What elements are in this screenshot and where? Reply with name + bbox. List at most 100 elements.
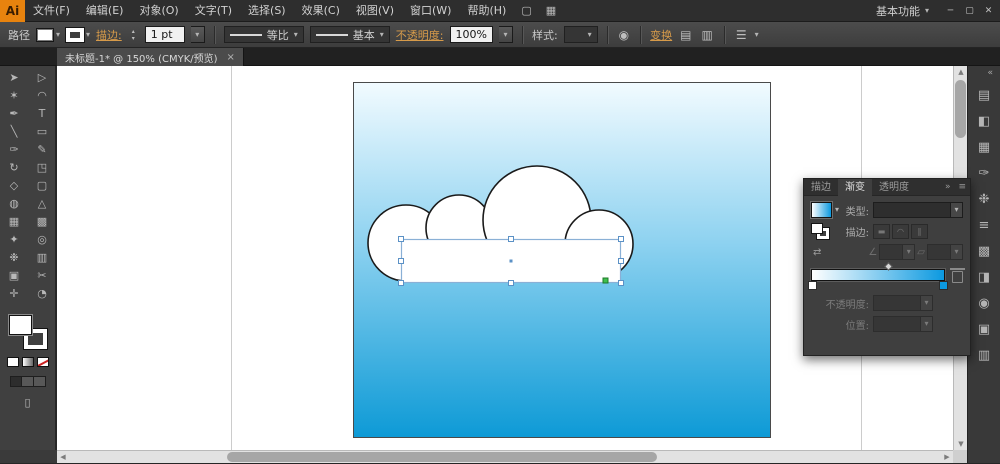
tool-symbol-sprayer[interactable]: ❉ (0, 249, 28, 267)
workspace-switcher[interactable]: 基本功能 ▾ (864, 3, 941, 19)
selection-handle[interactable] (618, 236, 624, 242)
stroke-color-control[interactable]: ▾ (65, 26, 90, 43)
tool-paintbrush[interactable]: ✑ (0, 141, 28, 159)
options-menu-icon[interactable]: ☰ (734, 28, 749, 42)
stroke-weight-field[interactable]: 1 pt (144, 26, 185, 43)
close-tab-icon[interactable]: × (227, 52, 235, 63)
style-select[interactable]: ▾ (563, 26, 598, 43)
panel-icon-stroke[interactable]: ≡ (968, 212, 1000, 238)
tool-lasso[interactable]: ◠ (28, 87, 56, 105)
tool-mesh[interactable]: ▦ (0, 213, 28, 231)
tab-transparency[interactable]: 透明度 (872, 179, 916, 196)
selection-handle[interactable] (618, 258, 624, 264)
tool-width[interactable]: ◇ (0, 177, 28, 195)
recolor-artwork-icon[interactable]: ◉ (617, 28, 631, 42)
panel-icon-symbols[interactable]: ❉ (968, 186, 1000, 212)
brush-definition-select[interactable]: 基本 ▾ (309, 26, 390, 43)
menu-item[interactable]: 帮助(H) (459, 0, 514, 22)
tab-gradient[interactable]: 渐变 (838, 178, 872, 196)
close-button[interactable]: ✕ (979, 0, 998, 22)
gradient-type-select[interactable]: ▾ (873, 202, 963, 218)
tool-perspective-grid[interactable]: △ (28, 195, 56, 213)
tool-pencil[interactable]: ✎ (28, 141, 56, 159)
menu-item[interactable]: 效果(C) (294, 0, 348, 22)
tool-blend[interactable]: ◎ (28, 231, 56, 249)
gradient-stop-start[interactable] (808, 281, 817, 290)
stroke-weight-dropdown[interactable]: ▾ (190, 26, 205, 43)
tool-column-graph[interactable]: ▥ (28, 249, 56, 267)
selection-handle[interactable] (508, 236, 514, 242)
stroke-panel-link[interactable]: 描边: (96, 27, 122, 43)
tool-zoom[interactable]: ◔ (28, 285, 56, 303)
fill-color-control[interactable]: ▾ (36, 27, 60, 42)
menu-item[interactable]: 文字(T) (187, 0, 240, 22)
gradient-ramp[interactable] (808, 262, 948, 290)
tool-selection[interactable]: ➤ (0, 69, 28, 87)
selection-handle[interactable] (508, 280, 514, 286)
panel-icon-gradient[interactable]: ▩ (968, 238, 1000, 264)
panel-icon-appearance[interactable]: ◉ (968, 290, 1000, 316)
gradient-button[interactable] (21, 357, 34, 367)
tool-type[interactable]: T (28, 105, 56, 123)
selection-handle[interactable] (618, 280, 624, 286)
panel-icon-swatches[interactable]: ▦ (968, 134, 1000, 160)
panel-icon-brushes[interactable]: ✑ (968, 160, 1000, 186)
tool-scale[interactable]: ◳ (28, 159, 56, 177)
opacity-dropdown[interactable]: ▾ (498, 26, 513, 43)
opacity-field[interactable]: 100% (449, 26, 493, 43)
stepper-up-icon[interactable]: ▴ (128, 28, 139, 35)
tool-gradient[interactable]: ▩ (28, 213, 56, 231)
tool-magic-wand[interactable]: ✶ (0, 87, 28, 105)
opacity-panel-link[interactable]: 不透明度: (396, 27, 444, 43)
menu-item[interactable]: 窗口(W) (402, 0, 459, 22)
panel-menu-icon[interactable]: ≡ (954, 182, 970, 192)
arrange-documents-icon[interactable]: ▦ (539, 4, 563, 17)
scroll-right-icon[interactable]: ▶ (941, 451, 953, 464)
width-profile-select[interactable]: 等比 ▾ (223, 26, 304, 43)
tab-stroke[interactable]: 描边 (804, 179, 838, 196)
reverse-gradient-icon[interactable]: ⇄ (811, 247, 823, 258)
tool-artboard[interactable]: ▣ (0, 267, 28, 285)
tool-rectangle[interactable]: ▭ (28, 123, 56, 141)
menu-item[interactable]: 对象(O) (131, 0, 186, 22)
gradient-swatch[interactable] (811, 202, 832, 218)
panel-icon-graphic-styles[interactable]: ▣ (968, 316, 1000, 342)
menu-item[interactable]: 文件(F) (25, 0, 78, 22)
screen-mode-button[interactable]: ▯ (18, 396, 38, 410)
expand-panels-icon[interactable]: « (987, 66, 1000, 82)
selection-handle[interactable] (398, 280, 404, 286)
stroke-swatch[interactable] (65, 26, 86, 43)
gradient-panel-header[interactable]: 描边 渐变 透明度 » ≡ (804, 178, 970, 196)
transform-panel-link[interactable]: 变换 (650, 27, 672, 43)
scroll-left-icon[interactable]: ◀ (57, 451, 69, 464)
horizontal-scroll-thumb[interactable] (227, 452, 657, 462)
align-icon[interactable]: ▤ (678, 28, 693, 42)
draw-mode-buttons[interactable] (9, 376, 46, 387)
tool-eyedropper[interactable]: ✦ (0, 231, 28, 249)
minimize-button[interactable]: ─ (941, 0, 960, 22)
panel-icon-color-guide[interactable]: ◧ (968, 108, 1000, 134)
fill-proxy-swatch[interactable] (8, 315, 32, 335)
tool-line-segment[interactable]: ╲ (0, 123, 28, 141)
restore-button[interactable]: ▢ (960, 0, 979, 22)
scroll-up-icon[interactable]: ▲ (954, 66, 968, 78)
gradient-stop-end[interactable] (939, 281, 948, 290)
collapse-panel-icon[interactable]: » (941, 182, 955, 192)
gradient-fill-stroke-proxy[interactable] (811, 223, 830, 240)
tool-slice[interactable]: ✂ (28, 267, 56, 285)
fill-swatch[interactable] (36, 27, 54, 42)
scroll-down-icon[interactable]: ▼ (954, 438, 968, 450)
tool-shape-builder[interactable]: ◍ (0, 195, 28, 213)
panel-icon-color[interactable]: ▤ (968, 82, 1000, 108)
tool-free-transform[interactable]: ▢ (28, 177, 56, 195)
menu-item[interactable]: 选择(S) (240, 0, 294, 22)
menu-item[interactable]: 视图(V) (348, 0, 402, 22)
tool-direct-selection[interactable]: ▷ (28, 69, 56, 87)
document-icon[interactable]: ▢ (514, 4, 538, 17)
panel-icon-transparency[interactable]: ◨ (968, 264, 1000, 290)
color-button[interactable] (6, 357, 19, 367)
vertical-scroll-thumb[interactable] (955, 80, 966, 138)
tool-hand[interactable]: ✛ (0, 285, 28, 303)
menu-item[interactable]: 编辑(E) (78, 0, 132, 22)
none-button[interactable] (36, 357, 49, 367)
